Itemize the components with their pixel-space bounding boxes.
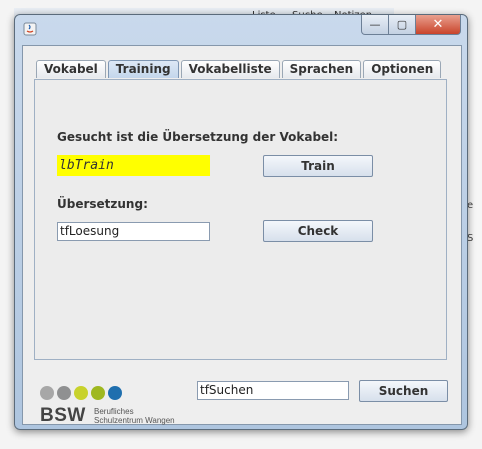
logo-dot — [74, 386, 88, 400]
logo-subtitle-line: Berufliches — [94, 407, 134, 416]
close-icon: ✕ — [432, 17, 444, 32]
tab-sprachen[interactable]: Sprachen — [281, 60, 362, 78]
minimize-icon: — — [369, 18, 381, 31]
logo-dot — [91, 386, 105, 400]
tab-bar: Vokabel Training Vokabelliste Sprachen O… — [36, 60, 443, 79]
app-window: — ▢ ✕ Vokabel Training Vokabelliste Spra… — [14, 14, 468, 430]
train-button[interactable]: Train — [263, 155, 373, 177]
maximize-icon: ▢ — [396, 18, 408, 31]
logo-subtitle: Berufliches Schulzentrum Wangen — [94, 407, 175, 425]
search-input[interactable]: tfSuchen — [197, 381, 349, 400]
logo-subtitle-line: Schulzentrum Wangen — [94, 416, 175, 425]
tab-optionen[interactable]: Optionen — [363, 60, 442, 78]
tab-vokabel[interactable]: Vokabel — [36, 60, 106, 78]
logo-dot — [57, 386, 71, 400]
tab-vokabelliste[interactable]: Vokabelliste — [180, 60, 280, 78]
vocab-display: lbTrain — [57, 155, 210, 176]
search-button[interactable]: Suchen — [359, 380, 448, 402]
training-panel: Gesucht ist die Übersetzung der Vokabel:… — [34, 79, 447, 360]
logo-dot — [108, 386, 122, 400]
tab-training[interactable]: Training — [107, 60, 179, 78]
translation-label: Übersetzung: — [57, 197, 148, 211]
logo-dots — [40, 386, 125, 400]
java-app-icon — [23, 22, 37, 36]
window-controls: — ▢ ✕ — [361, 15, 461, 35]
close-button[interactable]: ✕ — [416, 15, 461, 35]
check-button[interactable]: Check — [263, 220, 373, 242]
minimize-button[interactable]: — — [361, 15, 389, 35]
maximize-button[interactable]: ▢ — [389, 15, 416, 35]
logo-text: BSW — [40, 405, 86, 426]
bsw-logo: BSW Berufliches Schulzentrum Wangen — [40, 386, 190, 426]
window-content: Vokabel Training Vokabelliste Sprachen O… — [22, 45, 462, 426]
prompt-label: Gesucht ist die Übersetzung der Vokabel: — [57, 130, 339, 144]
translation-input[interactable]: tfLoesung — [57, 222, 210, 241]
title-bar[interactable]: — ▢ ✕ — [15, 15, 467, 41]
logo-dot — [40, 386, 54, 400]
